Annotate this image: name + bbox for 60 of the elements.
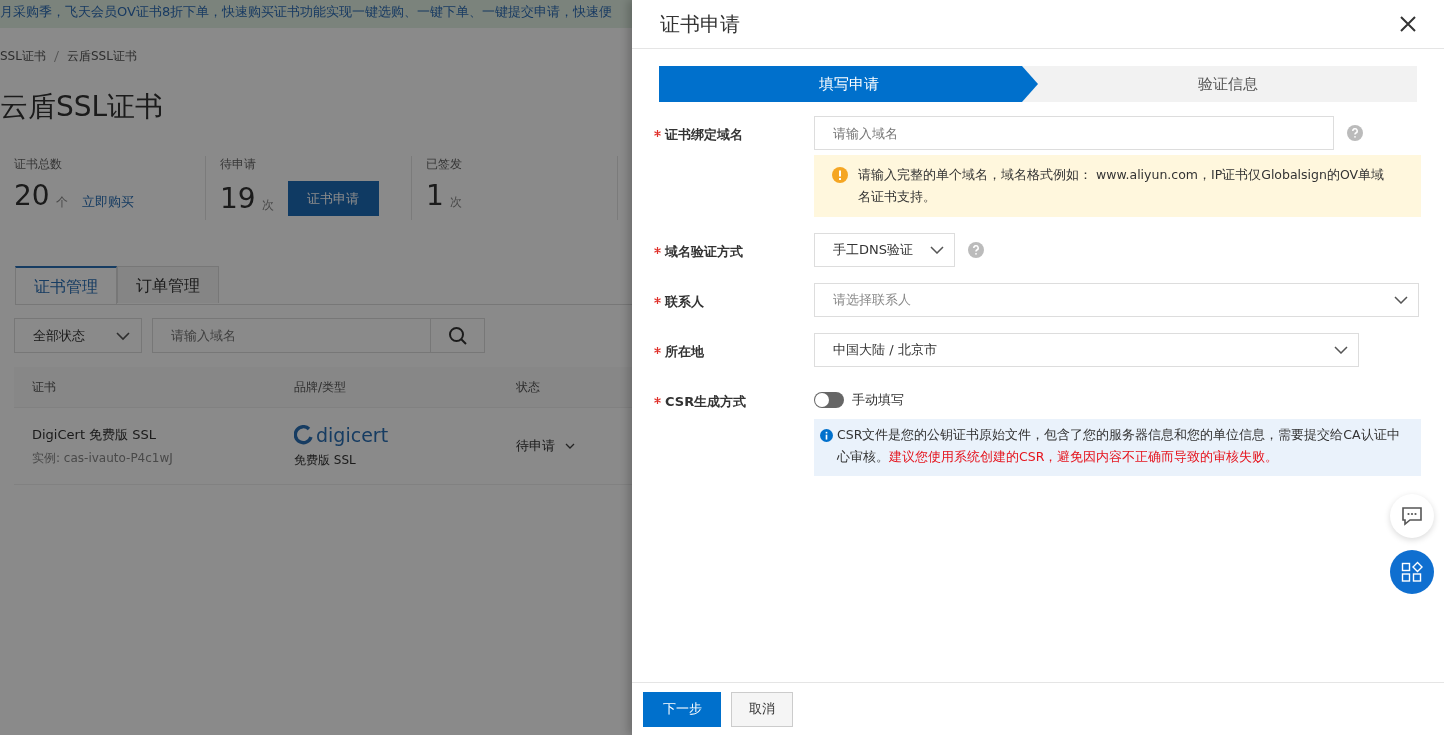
stat-unit: 个: [55, 194, 68, 211]
chat-icon: [1401, 506, 1423, 526]
search-field[interactable]: 请输入域名: [152, 318, 431, 353]
tab[interactable]: 订单管理: [117, 266, 219, 303]
apps-button[interactable]: [1390, 550, 1434, 594]
field-label: 域名验证方式: [654, 233, 814, 267]
stat-value: 19: [220, 184, 256, 214]
grid-icon: [1401, 561, 1423, 583]
stat-label: 证书总数: [14, 156, 63, 173]
stat-unit: 次: [449, 194, 462, 211]
select-field[interactable]: 请选择联系人: [814, 283, 1419, 317]
field-label: CSR生成方式: [654, 383, 814, 476]
breadcrumb-link[interactable]: SSL证书: [0, 47, 46, 65]
switch-label: 手动填写: [852, 391, 904, 409]
chevron-down-icon: [1334, 346, 1348, 354]
chevron-down-icon: [565, 442, 575, 450]
column-header: 状态: [516, 378, 541, 396]
instance-id: 实例: cas-ivauto-P4c1wJ: [32, 449, 174, 467]
select-field[interactable]: 手工DNS验证: [814, 233, 955, 267]
toggle-switch[interactable]: [814, 392, 844, 408]
step: 验证信息: [1022, 66, 1417, 102]
apply-button[interactable]: 证书申请: [287, 181, 379, 216]
chevron-down-icon: [930, 246, 944, 254]
ring-icon: [294, 424, 314, 445]
page-title: 云盾SSL证书: [0, 89, 165, 125]
stat-value: 20: [14, 181, 50, 211]
field-label: 联系人: [654, 283, 814, 317]
step: 填写申请: [659, 66, 1038, 102]
info-icon: [820, 429, 833, 442]
breadcrumb-link[interactable]: 云盾SSL证书: [66, 47, 137, 65]
status-dropdown[interactable]: 待申请: [516, 437, 596, 455]
search-button[interactable]: [431, 318, 485, 353]
stat-label: 待申请: [220, 156, 257, 173]
cancel-button[interactable]: 取消: [731, 691, 793, 727]
stat-unit: 次: [261, 197, 274, 214]
hint-text: 请输入完整的单个域名，域名格式例如： www.aliyun.com，IP证书仅Globalsign的OV单域名证书支持。: [858, 166, 1385, 206]
chevron-down-icon: [1394, 296, 1408, 304]
warning-icon: [832, 167, 848, 183]
close-icon[interactable]: [1399, 15, 1417, 33]
chat-button[interactable]: [1390, 494, 1434, 538]
buy-link[interactable]: 立即购买: [81, 193, 134, 211]
certificate-name: DigiCert 免费版 SSL: [32, 425, 157, 444]
certificate-type: 免费版 SSL: [294, 451, 357, 469]
field-label: 所在地: [654, 333, 814, 367]
note-text: CSR文件是您的公钥证书原始文件，包含了您的服务器信息和您的单位信息，需要提交给CA认证中心审核。建议您使用系统创建的CSR，避免因内容不正确而导致的审核失败。: [837, 426, 1401, 466]
stat-value: 1: [426, 181, 444, 211]
column-header: 证书: [31, 378, 57, 396]
field-label: 证书绑定域名: [654, 116, 814, 217]
tab[interactable]: 证书管理: [15, 266, 117, 304]
select-field[interactable]: 中国大陆 / 北京市: [814, 333, 1359, 367]
stat-label: 已签发: [426, 156, 463, 173]
column-header: 品牌/类型: [294, 378, 348, 396]
dialog-title: 证书申请: [660, 10, 740, 38]
brand-logo: digicert: [294, 423, 516, 446]
next-button[interactable]: 下一步: [643, 691, 721, 727]
promo-banner: 月采购季，飞天会员OV证书8折下单，快速购买证书功能实现一键选购、一键下单、一键提交申请，快速便: [0, 0, 632, 28]
search-icon: [447, 325, 468, 346]
chevron-down-icon: [115, 330, 131, 341]
domain-field[interactable]: 请输入域名: [814, 116, 1334, 150]
status-select[interactable]: 全部状态: [14, 318, 142, 353]
